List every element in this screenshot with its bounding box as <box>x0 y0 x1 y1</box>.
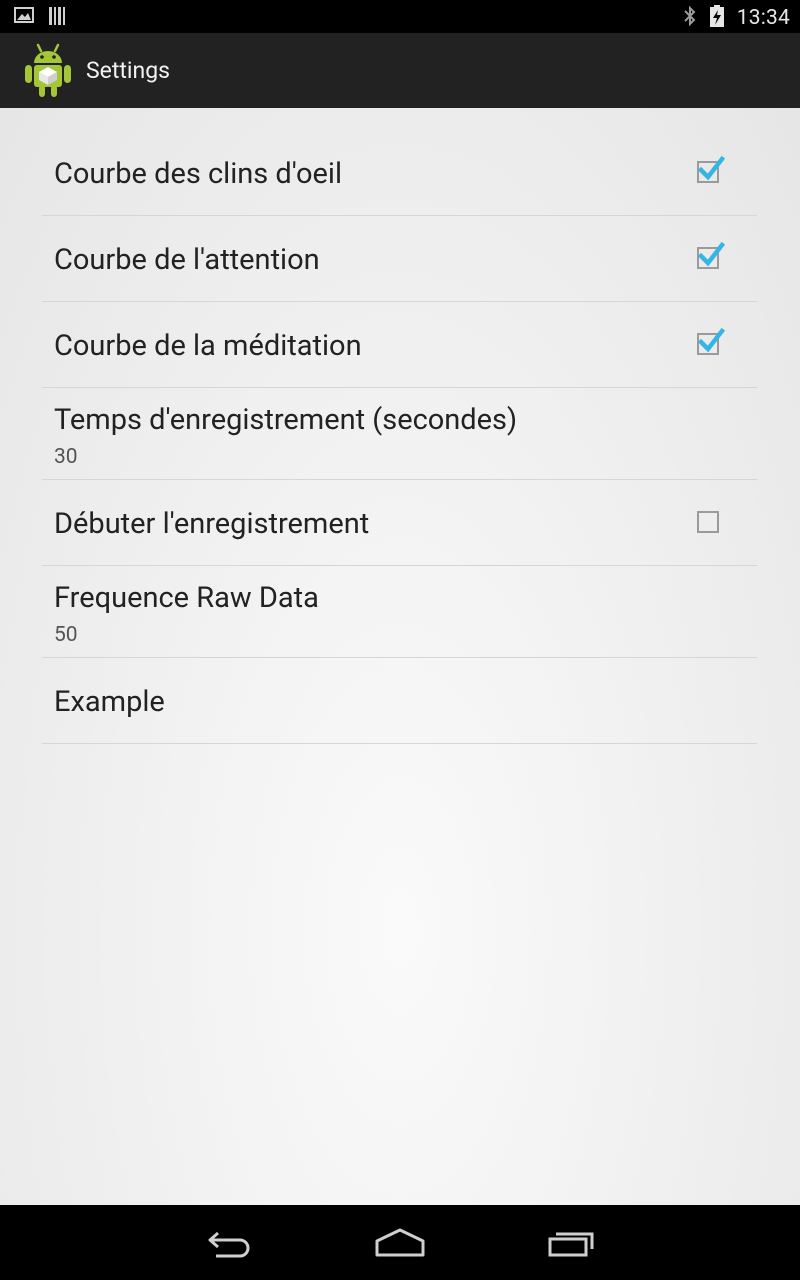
navigation-bar <box>0 1205 800 1280</box>
settings-content: Courbe des clins d'oeil Courbe de l'atte… <box>0 108 800 1205</box>
image-notification-icon <box>14 6 34 30</box>
recents-icon[interactable] <box>546 1227 598 1263</box>
pref-title: Example <box>54 685 165 719</box>
battery-charging-icon <box>709 4 725 32</box>
pref-title: Débuter l'enregistrement <box>54 507 370 541</box>
barcode-notification-icon <box>48 6 66 30</box>
meditation-curve-checkbox[interactable] <box>697 327 725 355</box>
pref-title: Courbe de la méditation <box>54 329 362 363</box>
pref-example[interactable]: Example <box>42 658 757 744</box>
pref-recording-time[interactable]: Temps d'enregistrement (secondes) 30 <box>42 388 757 480</box>
status-clock: 13:34 <box>736 6 790 30</box>
start-recording-checkbox[interactable] <box>697 511 719 533</box>
blink-curve-checkbox[interactable] <box>697 155 725 183</box>
preference-list: Courbe des clins d'oeil Courbe de l'atte… <box>42 130 757 744</box>
home-icon[interactable] <box>374 1227 426 1263</box>
pref-title: Frequence Raw Data <box>54 581 319 615</box>
action-bar: Settings <box>0 33 800 109</box>
pref-title: Courbe des clins d'oeil <box>54 157 343 191</box>
pref-meditation-curve[interactable]: Courbe de la méditation <box>42 302 757 388</box>
status-bar: 13:34 <box>0 0 800 33</box>
pref-start-recording[interactable]: Débuter l'enregistrement <box>42 480 757 566</box>
pref-raw-data-frequency[interactable]: Frequence Raw Data 50 <box>42 566 757 658</box>
pref-attention-curve[interactable]: Courbe de l'attention <box>42 216 757 302</box>
pref-title: Temps d'enregistrement (secondes) <box>54 403 518 437</box>
pref-summary: 50 <box>54 623 78 647</box>
pref-blink-curve[interactable]: Courbe des clins d'oeil <box>42 130 757 216</box>
action-bar-title: Settings <box>86 57 170 84</box>
back-icon[interactable] <box>206 1227 254 1263</box>
attention-curve-checkbox[interactable] <box>697 241 725 269</box>
android-app-icon[interactable] <box>22 41 74 99</box>
bluetooth-icon <box>683 5 697 31</box>
pref-summary: 30 <box>54 445 78 469</box>
pref-title: Courbe de l'attention <box>54 243 320 277</box>
